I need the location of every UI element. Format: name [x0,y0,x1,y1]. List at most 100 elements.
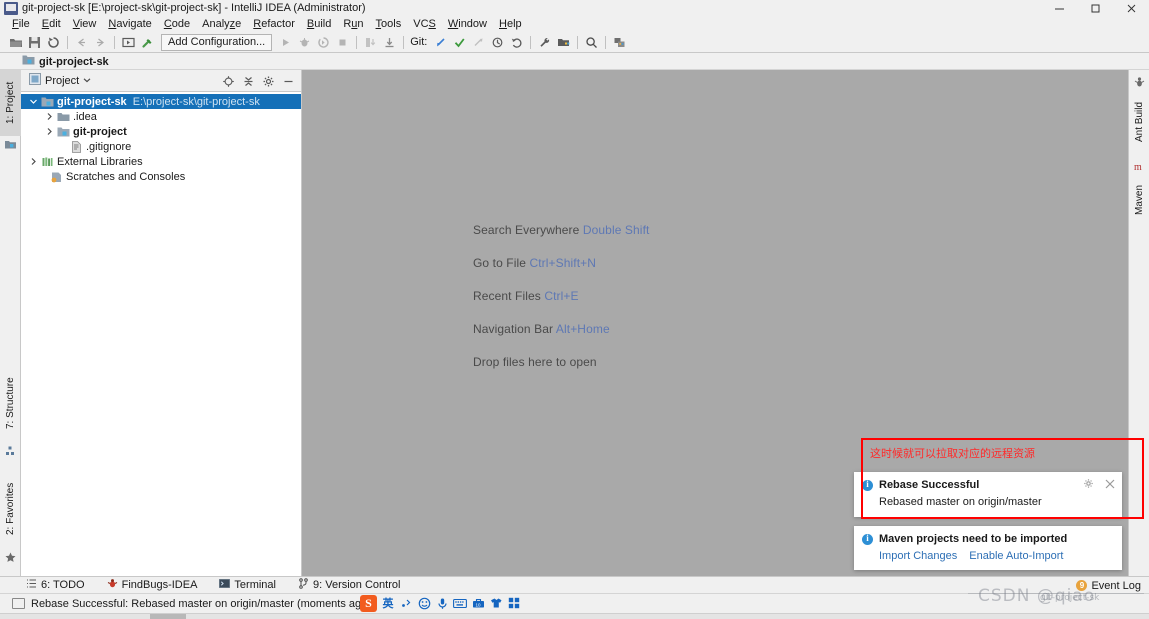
run-icon[interactable] [276,33,295,52]
toolbox-icon[interactable]: 10 [471,596,485,610]
hint-go-to-file: Go to File Ctrl+Shift+N [473,256,649,270]
close-icon[interactable] [1104,478,1115,489]
svg-text:10: 10 [475,603,481,608]
menu-window[interactable]: Window [442,17,493,32]
menu-help[interactable]: Help [493,17,528,32]
update-project-icon[interactable] [361,33,380,52]
enable-auto-import-link[interactable]: Enable Auto-Import [969,550,1063,562]
database-icon[interactable] [610,33,629,52]
toolbar-separator [530,35,532,49]
hide-panel-icon[interactable] [279,72,297,90]
git-commit-check-icon[interactable] [450,33,469,52]
menu-view[interactable]: View [67,17,103,32]
collapse-arrow-icon[interactable] [43,112,56,121]
sogou-logo-icon[interactable]: S [360,594,377,612]
maven-icon: m [1133,160,1146,173]
tree-node-external-libraries[interactable]: External Libraries [21,154,301,169]
run-configuration-selector[interactable]: Add Configuration... [161,33,273,51]
settings-wrench-icon[interactable] [535,33,554,52]
punctuation-icon[interactable] [399,596,413,610]
stop-icon[interactable] [333,33,352,52]
status-message-icon [12,598,25,609]
toolbar-separator [605,35,607,49]
tree-node-git-project[interactable]: git-project [21,124,301,139]
menu-edit[interactable]: Edit [36,17,67,32]
save-icon[interactable] [25,33,44,52]
expand-arrow-icon[interactable] [27,97,40,106]
project-structure-icon[interactable] [554,33,573,52]
language-mode-icon[interactable]: 英 [381,596,395,610]
commit-icon[interactable] [380,33,399,52]
sidebar-item-structure[interactable]: 7: Structure [0,366,21,440]
notification-actions [1083,478,1115,489]
sidebar-item-maven[interactable]: Maven [1129,176,1149,224]
sidebar-item-project[interactable]: 1: Project [0,70,21,136]
minimize-button[interactable] [1041,0,1077,17]
collapse-arrow-icon[interactable] [27,157,40,166]
tree-node-scratches-and-consoles[interactable]: Scratches and Consoles [21,169,301,184]
import-changes-link[interactable]: Import Changes [879,550,957,562]
taskbar-item[interactable] [150,614,186,619]
project-stripe-icon [4,138,17,151]
run-with-coverage-icon[interactable] [314,33,333,52]
maximize-button[interactable] [1077,0,1113,17]
microphone-icon[interactable] [435,596,449,610]
build-hammer-icon[interactable] [138,33,157,52]
skin-icon[interactable] [489,596,503,610]
tree-node-label: .gitignore [86,140,132,153]
close-button[interactable] [1113,0,1149,17]
window-title: git-project-sk [E:\project-sk\git-projec… [22,2,366,14]
menu-tools[interactable]: Tools [370,17,408,32]
sidebar-item-ant-build[interactable]: Ant Build [1129,92,1149,152]
debug-icon[interactable] [295,33,314,52]
back-arrow-icon[interactable] [72,33,91,52]
git-push-icon[interactable] [469,33,488,52]
menu-code[interactable]: Code [158,17,196,32]
keyboard-icon[interactable] [453,596,467,610]
open-folder-icon[interactable] [6,33,25,52]
folder-icon [56,111,71,123]
search-icon[interactable] [582,33,601,52]
hint-search-everywhere: Search Everywhere Double Shift [473,223,649,237]
sync-icon[interactable] [44,33,63,52]
scratches-icon [49,171,64,183]
tab-todo[interactable]: 6: TODO [26,578,85,592]
git-revert-icon[interactable] [507,33,526,52]
sidebar-item-favorites[interactable]: 2: Favorites [0,470,21,547]
tree-node-gitignore[interactable]: .gitignore [21,139,301,154]
emoji-icon[interactable] [417,596,431,610]
git-update-icon[interactable] [431,33,450,52]
hint-action-label: Recent Files [473,289,541,303]
menu-file[interactable]: File [6,17,36,32]
tab-version-control[interactable]: 9: Version Control [298,578,400,592]
apps-icon[interactable] [507,596,521,610]
findbugs-icon [107,578,118,592]
tree-node-label: .idea [73,110,97,123]
menu-navigate[interactable]: Navigate [102,17,157,32]
chevron-down-icon[interactable] [83,75,91,87]
hint-shortcut-label: Ctrl+E [544,289,579,303]
sidebar-label-favorites: 2: Favorites [5,482,16,535]
git-history-icon[interactable] [488,33,507,52]
menu-analyze[interactable]: Analyze [196,17,247,32]
tab-findbugs-idea[interactable]: FindBugs-IDEA [107,578,197,592]
collapse-all-icon[interactable] [239,72,257,90]
structure-stripe-icon [4,444,17,457]
navigation-bar[interactable]: git-project-sk [0,54,1149,70]
forward-arrow-icon[interactable] [91,33,110,52]
menu-run[interactable]: Run [337,17,369,32]
project-panel-title-group[interactable]: Project [21,73,91,88]
menu-build[interactable]: Build [301,17,337,32]
menu-refactor[interactable]: Refactor [247,17,301,32]
os-taskbar [0,613,1149,619]
tree-node-git-project-sk[interactable]: git-project-sk E:\project-sk\git-project… [21,94,301,109]
menu-vcs[interactable]: VCS [407,17,442,32]
collapse-arrow-icon[interactable] [43,127,56,136]
locate-icon[interactable] [219,72,237,90]
settings-gear-icon[interactable] [1083,478,1094,489]
tab-terminal[interactable]: Terminal [219,578,276,592]
run-anything-icon[interactable] [119,33,138,52]
settings-gear-icon[interactable] [259,72,277,90]
sidebar-label-structure: 7: Structure [5,377,16,429]
tree-node-idea[interactable]: .idea [21,109,301,124]
